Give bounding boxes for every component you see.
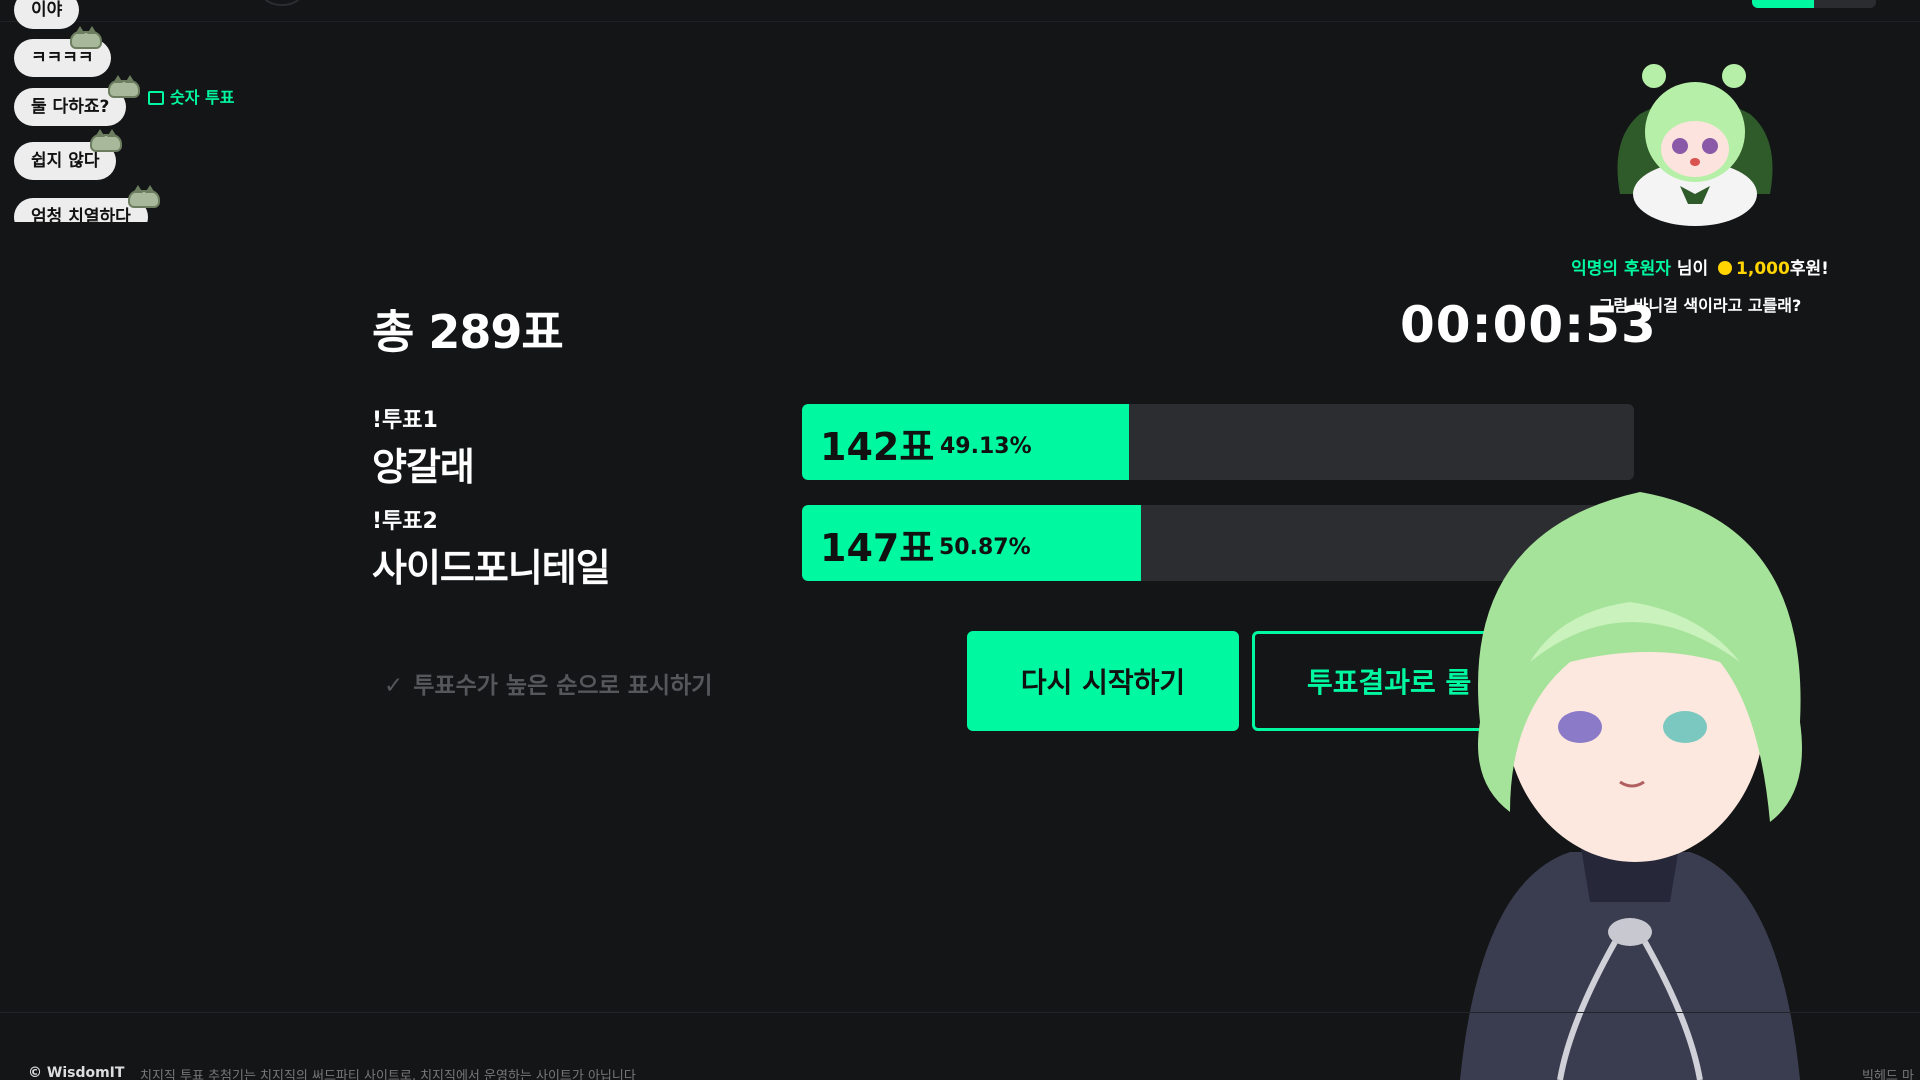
chat-message: 이야 — [14, 0, 80, 29]
cat-emote-icon — [108, 75, 140, 98]
top-toggle[interactable] — [1752, 0, 1876, 8]
option-name: 양갈래 — [372, 445, 475, 489]
option-command: !투표1 — [372, 408, 438, 433]
donation-amount: 1,000 — [1736, 259, 1790, 279]
option-percent: 49.13% — [940, 434, 1032, 459]
total-votes: 총 289표 — [372, 305, 564, 359]
option-command: !투표2 — [372, 509, 438, 534]
donation-message: 그럼 바니걸 색이라고 고를래? — [1598, 296, 1802, 315]
vote-tag-label: 숫자 투표 — [170, 88, 235, 107]
cat-emote-icon — [128, 185, 160, 208]
option-name: 사이드포니테일 — [372, 546, 611, 590]
streamer-avatar-image — [1420, 462, 1840, 1080]
donation-alert: 익명의 후원자 님이 1,000후원! — [1560, 254, 1840, 279]
donor-name: 익명의 후원자 — [1571, 259, 1671, 279]
donation-suffix: 님이 — [1676, 259, 1709, 279]
donation-unit: 후원! — [1789, 259, 1829, 279]
cat-emote-icon — [70, 26, 102, 49]
top-bar — [0, 0, 1920, 22]
option-2-label: !투표2 사이드포니테일 — [372, 503, 611, 592]
option-count: 142표 — [820, 425, 935, 469]
cat-emote-icon — [90, 129, 122, 152]
option-1-label: !투표1 양갈래 — [372, 402, 475, 491]
footer-brand[interactable]: © WisdomIT — [28, 1065, 124, 1080]
coin-icon — [1718, 261, 1733, 275]
check-icon: ✓ — [384, 673, 404, 699]
footer: © WisdomIT 치지직 투표 추첨기는 치지직의 써드파티 사이트로, 치… — [0, 1012, 1920, 1080]
mascot-sticker-image — [1600, 44, 1790, 234]
chat-overlay: 이야 ㅋㅋㅋㅋ 둘 다하죠? 숫자 투표 쉽지 않다 엄청 치열하다 — [14, 0, 274, 222]
restart-button[interactable]: 다시 시작하기 — [967, 631, 1239, 731]
sort-by-votes-toggle[interactable]: ✓ 투표수가 높은 순으로 표시하기 — [384, 666, 712, 700]
option-count: 147표 — [820, 526, 935, 570]
footer-right-text: 빅헤드 마 — [1862, 1069, 1914, 1080]
footer-notice: 치지직 투표 추첨기는 치지직의 써드파티 사이트로, 치지직에서 운영하는 사… — [140, 1069, 636, 1080]
sort-toggle-label: 투표수가 높은 순으로 표시하기 — [413, 673, 713, 699]
ballot-icon — [148, 91, 164, 105]
vote-tag: 숫자 투표 — [148, 84, 234, 108]
option-percent: 50.87% — [939, 535, 1031, 560]
